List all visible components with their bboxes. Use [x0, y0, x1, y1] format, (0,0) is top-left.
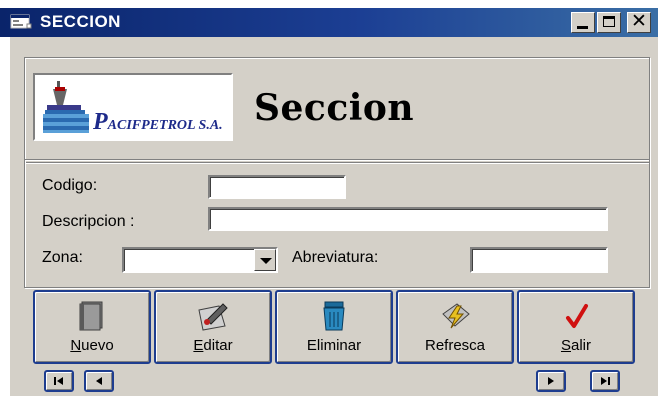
logo-text: PACIFPETROL S.A.: [93, 109, 223, 135]
previous-record-icon: [96, 377, 102, 385]
close-icon: ✕: [631, 11, 647, 32]
codigo-label: Codigo:: [42, 177, 98, 194]
eliminar-button[interactable]: Eliminar: [275, 290, 393, 364]
descripcion-label: Descripcion :: [42, 213, 135, 230]
refresca-label: Refresca: [424, 337, 486, 354]
abreviatura-label: Abreviatura:: [292, 249, 379, 266]
eliminar-label: Eliminar: [306, 337, 362, 354]
minimize-icon: [577, 26, 588, 29]
salir-label: Salir: [560, 337, 592, 354]
zona-dropdown-button[interactable]: [254, 249, 276, 271]
title-bar[interactable]: SECCION ✕: [0, 8, 658, 37]
last-record-button[interactable]: [590, 370, 620, 392]
first-record-button[interactable]: [44, 370, 74, 392]
previous-record-button[interactable]: [84, 370, 114, 392]
checkmark-icon: [566, 304, 588, 328]
oil-rig-logo-icon: [43, 81, 89, 133]
zona-label: Zona:: [42, 249, 83, 266]
next-record-icon: [548, 377, 554, 385]
maximize-icon: [603, 16, 615, 27]
salir-button[interactable]: Salir: [517, 290, 635, 364]
last-record-icon: [601, 377, 610, 385]
abreviatura-input[interactable]: [470, 247, 608, 273]
next-record-button[interactable]: [536, 370, 566, 392]
window-title: SECCION: [40, 12, 121, 31]
seccion-window: SECCION ✕ PACIFPETROL S.A. Seccion Codig…: [0, 0, 658, 396]
new-document-icon: [79, 301, 103, 331]
window-icon: [10, 14, 32, 29]
lightning-refresh-icon: [442, 303, 470, 329]
trash-bin-icon: [323, 301, 345, 331]
first-record-icon: [54, 377, 63, 385]
client-area: PACIFPETROL S.A. Seccion Codigo: Descrip…: [8, 37, 658, 396]
maximize-button[interactable]: [597, 12, 621, 33]
close-button[interactable]: ✕: [627, 11, 651, 33]
zona-select[interactable]: [122, 247, 278, 273]
editar-label: Editar: [193, 337, 233, 354]
company-logo: PACIFPETROL S.A.: [33, 73, 233, 141]
refresca-button[interactable]: Refresca: [396, 290, 514, 364]
codigo-input[interactable]: [208, 175, 346, 199]
edit-pencil-icon: [198, 303, 228, 331]
chevron-down-icon: [260, 258, 272, 264]
nuevo-button[interactable]: Nuevo: [33, 290, 151, 364]
descripcion-input[interactable]: [208, 207, 608, 231]
nuevo-label: Nuevo: [70, 337, 114, 354]
minimize-button[interactable]: [571, 12, 595, 33]
page-title: Seccion: [254, 87, 415, 129]
editar-button[interactable]: Editar: [154, 290, 272, 364]
